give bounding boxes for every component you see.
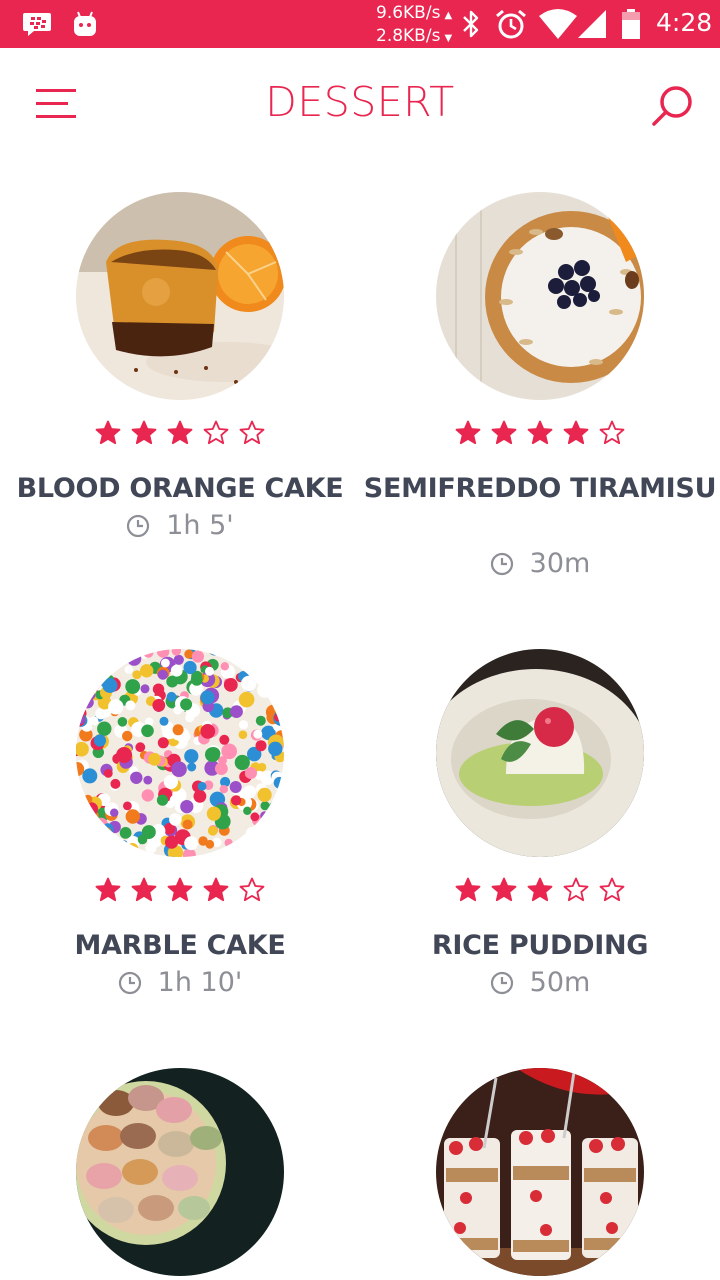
wifi-icon [539,9,577,39]
recipe-card[interactable]: SEMIFREDDO TIRAMISU 30m [360,192,720,612]
recipe-name: SEMIFREDDO TIRAMISU [363,473,717,504]
star-filled-icon [491,877,517,902]
recipe-time: 1h 5' [0,510,360,541]
star-filled-icon [491,420,517,445]
recipe-card[interactable] [0,1068,360,1280]
star-filled-icon [563,420,589,445]
star-outline-icon [599,877,625,902]
star-filled-icon [95,420,121,445]
recipe-time-label: 50m [529,967,591,998]
status-time: 4:28 [656,8,713,37]
recipe-time-label: 1h 10' [157,967,243,998]
recipe-time-label: 30m [529,548,591,579]
bluetooth-icon [463,10,479,38]
recipe-time-label: 1h 5' [166,510,234,541]
recipe-image [76,649,284,857]
star-filled-icon [167,420,193,445]
clock-icon [490,552,513,575]
page-title: DESSERT [265,78,455,126]
rating-stars [0,420,360,450]
recipe-image [436,192,644,400]
recipe-image [76,192,284,400]
star-outline-icon [239,877,265,902]
search-icon [652,86,692,126]
recipe-card[interactable] [360,1068,720,1280]
rating-stars [360,877,720,907]
recipe-time: 1h 10' [0,967,360,998]
recipe-card[interactable]: BLOOD ORANGE CAKE 1h 5' [0,192,360,592]
star-filled-icon [131,420,157,445]
clock-icon [490,971,513,994]
star-filled-icon [527,420,553,445]
star-filled-icon [455,420,481,445]
status-bar: 9.6KB/s ▲ 2.8KB/s ▼ 4:28 [0,0,720,48]
bbm-icon [23,13,51,36]
recipe-image [76,1068,284,1276]
battery-icon [622,9,640,39]
clock-icon [118,971,141,994]
alarm-icon [496,9,526,39]
star-outline-icon [239,420,265,445]
recipe-image [436,649,644,857]
app-bar: DESSERT [0,48,720,160]
signal-icon [578,10,606,38]
star-filled-icon [455,877,481,902]
recipe-name: RICE PUDDING [431,930,649,961]
star-outline-icon [203,420,229,445]
recipe-time: 30m [360,548,720,579]
star-outline-icon [599,420,625,445]
recipe-image [436,1068,644,1276]
star-filled-icon [527,877,553,902]
recipe-card[interactable]: MARBLE CAKE 1h 10' [0,649,360,1029]
network-speed: 9.6KB/s ▲ 2.8KB/s ▼ [376,3,453,46]
clock-icon [127,514,150,537]
search-button[interactable] [646,78,702,134]
rating-stars [360,420,720,450]
android-icon [74,11,96,36]
recipe-name: BLOOD ORANGE CAKE [16,473,344,504]
star-filled-icon [95,877,121,902]
recipe-name: MARBLE CAKE [74,930,286,961]
star-outline-icon [563,877,589,902]
recipe-time: 50m [360,967,720,998]
star-filled-icon [203,877,229,902]
star-filled-icon [167,877,193,902]
recipe-card[interactable]: RICE PUDDING 50m [360,649,720,1029]
star-filled-icon [131,877,157,902]
rating-stars [0,877,360,907]
